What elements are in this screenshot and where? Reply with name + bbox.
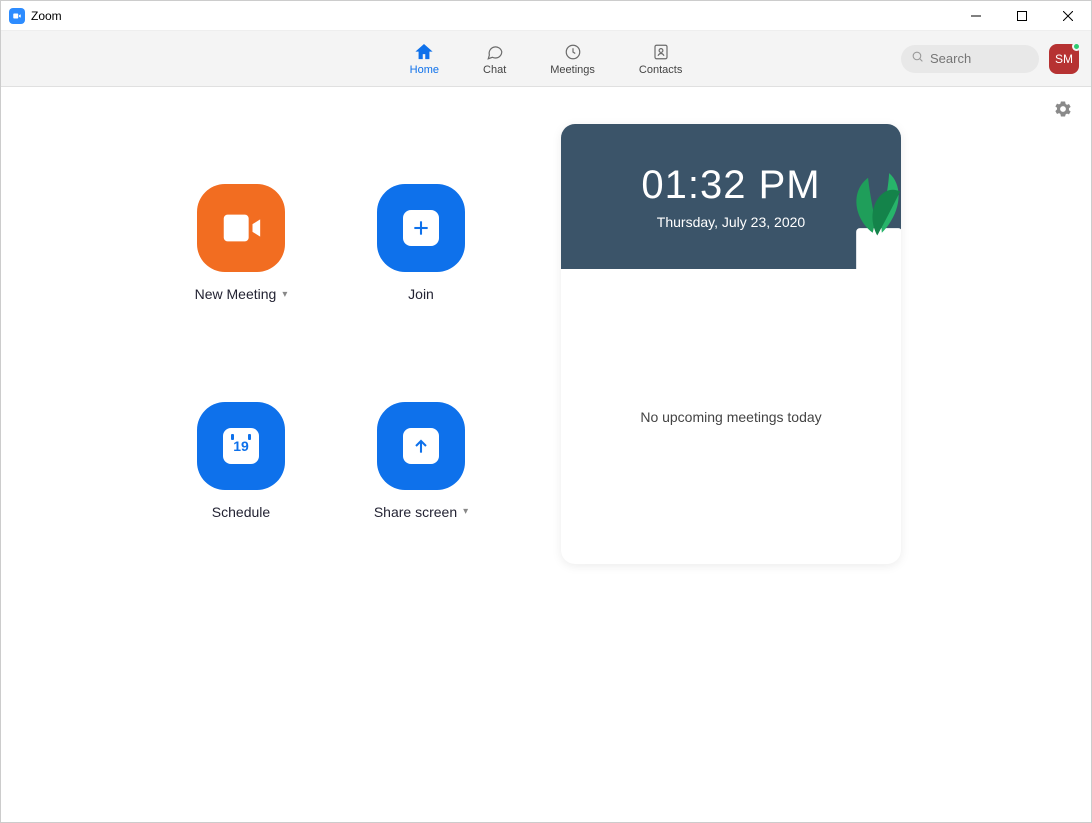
- action-label: New Meeting: [195, 286, 277, 302]
- chevron-down-icon[interactable]: ▾: [282, 289, 287, 300]
- tab-home[interactable]: Home: [410, 42, 439, 76]
- search-input[interactable]: [930, 51, 1029, 66]
- window-title: Zoom: [31, 9, 62, 23]
- current-date: Thursday, July 23, 2020: [657, 214, 805, 230]
- search-icon: [911, 50, 924, 68]
- chevron-down-icon[interactable]: ▾: [463, 506, 468, 517]
- tab-label: Home: [410, 64, 439, 76]
- home-icon: [414, 42, 434, 62]
- avatar-initials: SM: [1055, 52, 1073, 66]
- info-card: 01:32 PM Thursday, July 23, 2020 No upco…: [561, 124, 901, 564]
- current-time: 01:32 PM: [641, 163, 820, 208]
- plus-icon: [403, 210, 439, 246]
- title-bar: Zoom: [1, 1, 1091, 31]
- tab-label: Meetings: [550, 64, 595, 76]
- tab-label: Chat: [483, 64, 506, 76]
- tab-meetings[interactable]: Meetings: [550, 42, 595, 76]
- search-box[interactable]: [901, 45, 1039, 73]
- clock-icon: [563, 42, 583, 62]
- action-label: Share screen: [374, 504, 457, 520]
- window-controls: [953, 1, 1091, 31]
- calendar-day: 19: [233, 438, 249, 454]
- new-meeting-button[interactable]: New Meeting ▾: [181, 184, 301, 347]
- empty-meetings-message: No upcoming meetings today: [640, 409, 821, 425]
- avatar[interactable]: SM: [1049, 44, 1079, 74]
- schedule-button[interactable]: 19 Schedule: [181, 402, 301, 565]
- share-screen-button[interactable]: Share screen ▾: [361, 402, 481, 565]
- status-dot-icon: [1072, 42, 1081, 51]
- top-nav: Home Chat Meetings Contacts: [1, 31, 1091, 87]
- zoom-app-icon: [9, 8, 25, 24]
- maximize-button[interactable]: [999, 1, 1045, 31]
- upload-arrow-icon: [403, 428, 439, 464]
- minimize-button[interactable]: [953, 1, 999, 31]
- calendar-icon: 19: [223, 428, 259, 464]
- join-button[interactable]: Join: [361, 184, 481, 347]
- plant-illustration: [816, 164, 901, 269]
- tab-label: Contacts: [639, 64, 682, 76]
- main-content: New Meeting ▾ Join 19 Schedule: [1, 124, 1091, 564]
- close-button[interactable]: [1045, 1, 1091, 31]
- contacts-icon: [651, 42, 671, 62]
- card-header: 01:32 PM Thursday, July 23, 2020: [561, 124, 901, 269]
- settings-button[interactable]: [1053, 99, 1073, 124]
- action-label: Join: [408, 286, 434, 302]
- tab-contacts[interactable]: Contacts: [639, 42, 682, 76]
- chat-icon: [485, 42, 505, 62]
- video-icon: [197, 184, 285, 272]
- action-label: Schedule: [212, 504, 270, 520]
- tab-chat[interactable]: Chat: [483, 42, 506, 76]
